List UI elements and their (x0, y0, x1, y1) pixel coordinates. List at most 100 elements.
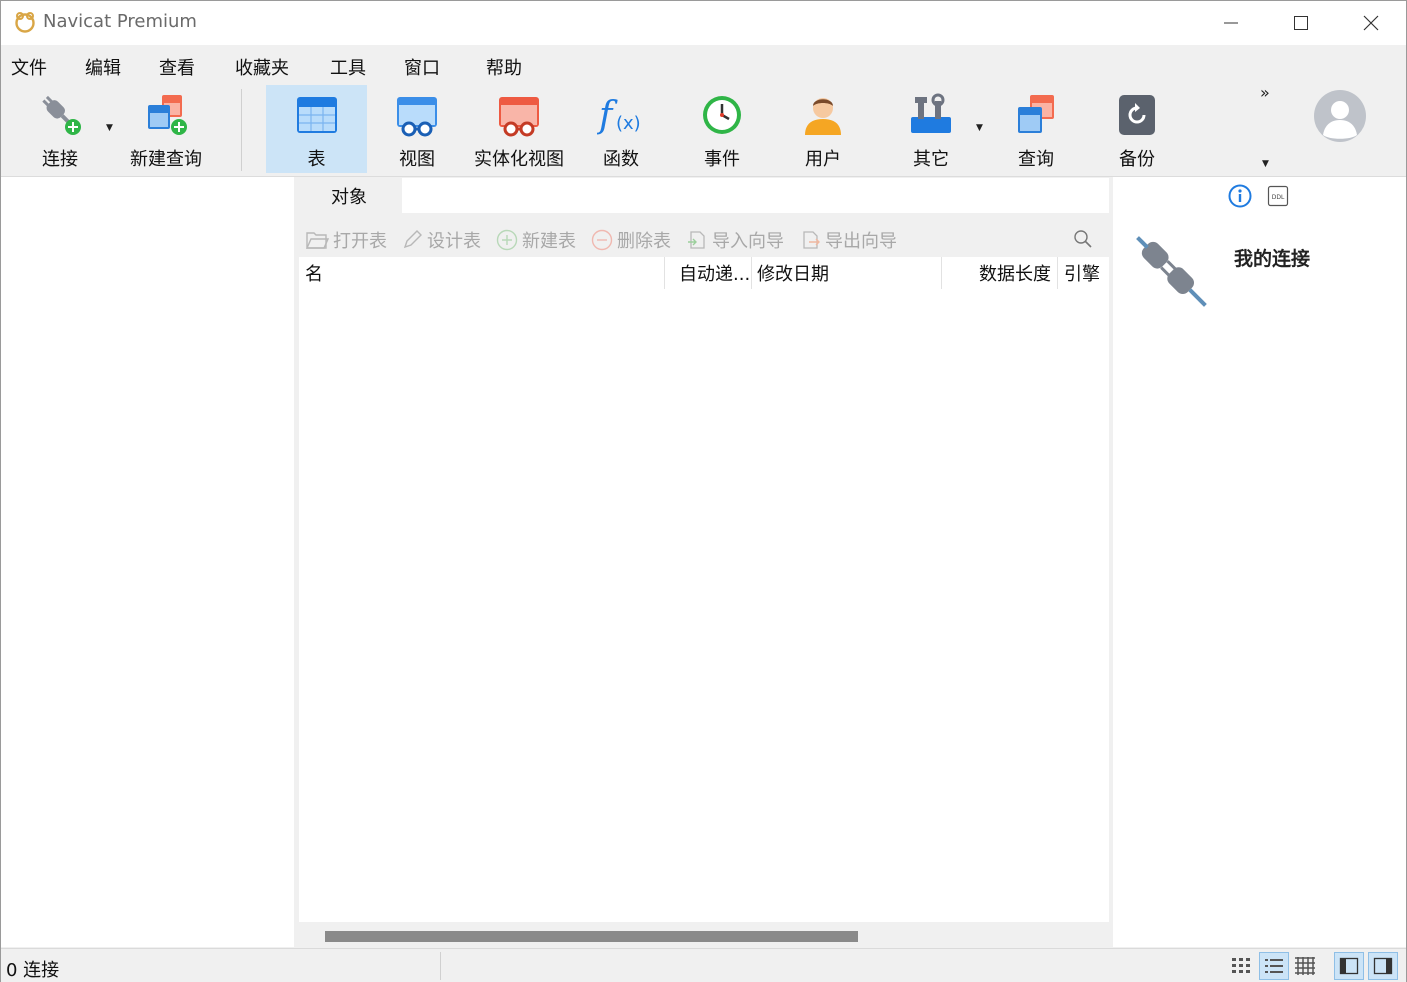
menu-edit[interactable]: 编辑 (85, 54, 121, 80)
backup-label: 备份 (1119, 149, 1155, 170)
new-query-button[interactable]: 新建查询 (125, 85, 207, 173)
others-dropdown-icon[interactable]: ▼ (976, 123, 983, 133)
backup-button[interactable]: 备份 (1096, 85, 1178, 173)
import-wizard-label: 导入向导 (712, 231, 784, 252)
new-table-button[interactable]: 新建表 (496, 227, 576, 253)
search-icon[interactable] (1073, 229, 1093, 249)
close-button[interactable] (1336, 1, 1406, 45)
user-label: 用户 (805, 149, 841, 170)
add-circle-icon (496, 229, 518, 251)
info-panel-title: 我的连接 (1234, 248, 1311, 270)
new-query-label: 新建查询 (130, 149, 202, 170)
title-bar: Navicat Premium (1, 1, 1406, 45)
navicat-logo-icon (15, 12, 35, 33)
minimize-button[interactable] (1196, 1, 1266, 45)
detail-list-icon (1265, 959, 1283, 973)
object-toolbar: 打开表 设计表 新建表 删除表 导入向导 导出向导 (295, 218, 1109, 256)
left-panel-icon (1339, 957, 1359, 975)
window-title: Navicat Premium (43, 11, 197, 32)
objects-grid[interactable]: 名 自动递... 修改日期 数据长度 引擎 (299, 257, 1109, 922)
new-table-label: 新建表 (522, 231, 576, 252)
query-button[interactable]: 查询 (995, 85, 1077, 173)
others-button[interactable]: 其它 (890, 85, 972, 173)
materialized-view-icon (499, 97, 539, 137)
objects-panel: 对象 打开表 设计表 新建表 删除表 导入向导 导出向导 名 自动递... 修改… (295, 177, 1111, 947)
tab-bar: 对象 (295, 177, 1109, 214)
svg-text:(x): (x) (616, 113, 641, 134)
column-separator[interactable] (664, 257, 665, 289)
view-button[interactable]: 视图 (373, 85, 461, 173)
query-label: 查询 (1018, 149, 1054, 170)
toggle-right-panel-button[interactable] (1368, 952, 1398, 980)
column-header-data-length[interactable]: 数据长度 (979, 257, 1051, 289)
toggle-left-panel-button[interactable] (1334, 952, 1364, 980)
menu-tools[interactable]: 工具 (330, 54, 366, 80)
connect-plug-icon (42, 95, 81, 135)
column-separator[interactable] (1057, 257, 1058, 289)
function-label: 函数 (603, 149, 639, 170)
event-button[interactable]: 事件 (681, 85, 763, 173)
table-button[interactable]: 表 (266, 85, 367, 173)
export-icon (803, 231, 820, 249)
menu-favorites[interactable]: 收藏夹 (235, 54, 289, 80)
design-table-label: 设计表 (427, 231, 481, 252)
maximize-button[interactable] (1266, 1, 1336, 45)
event-clock-icon (703, 96, 741, 134)
avatar[interactable] (1313, 89, 1367, 143)
toolbar-separator (241, 89, 242, 171)
function-button[interactable]: f (x) 函数 (579, 85, 663, 173)
main-toolbar: 连接 ▼ 新建查询 表 视图 实体化视图 f (x) 函数 事件 用户 其它 ▼… (1, 83, 1406, 177)
app-window: Navicat Premium 文件 编辑 查看 收藏夹 工具 窗口 帮助 连接… (0, 0, 1407, 982)
backup-icon (1119, 95, 1155, 135)
ddl-icon[interactable]: DDL (1267, 185, 1289, 207)
import-icon (688, 231, 705, 249)
svg-text:f: f (597, 95, 618, 136)
toolbar-overflow-button[interactable]: » (1260, 83, 1270, 102)
new-query-icon (148, 95, 187, 135)
menu-help[interactable]: 帮助 (486, 54, 522, 80)
connect-dropdown-icon[interactable]: ▼ (106, 123, 113, 133)
materialized-view-label: 实体化视图 (474, 149, 564, 170)
column-header-modified-date[interactable]: 修改日期 (757, 257, 829, 289)
others-tools-icon (911, 93, 951, 133)
view-glasses-icon (397, 97, 437, 137)
export-wizard-label: 导出向导 (825, 231, 897, 252)
import-wizard-button[interactable]: 导入向导 (686, 227, 784, 253)
pencil-icon (403, 230, 422, 249)
connection-tree-panel[interactable] (1, 177, 294, 947)
connect-label: 连接 (42, 149, 78, 170)
materialized-view-button[interactable]: 实体化视图 (467, 85, 571, 173)
tab-strip-empty-area (402, 178, 1109, 213)
column-header-engine[interactable]: 引擎 (1064, 257, 1100, 289)
open-table-button[interactable]: 打开表 (305, 227, 387, 253)
connection-plug-icon (1136, 236, 1207, 307)
table-icon (296, 97, 337, 133)
maximize-icon (1294, 16, 1308, 30)
user-button[interactable]: 用户 (782, 85, 864, 173)
column-separator[interactable] (751, 257, 752, 289)
connection-count: 0 连接 (6, 960, 60, 981)
tab-objects[interactable]: 对象 (297, 177, 401, 214)
list-view-button[interactable] (1226, 952, 1256, 980)
er-diagram-view-button[interactable] (1290, 952, 1320, 980)
horizontal-scrollbar-thumb[interactable] (325, 931, 858, 942)
menu-view[interactable]: 查看 (159, 54, 195, 80)
connect-button[interactable]: 连接 (23, 85, 97, 173)
event-label: 事件 (704, 149, 740, 170)
detail-view-button[interactable] (1259, 952, 1289, 980)
column-header-name[interactable]: 名 (305, 257, 323, 289)
menu-file[interactable]: 文件 (11, 54, 47, 80)
menu-window[interactable]: 窗口 (404, 54, 440, 80)
delete-table-button[interactable]: 删除表 (591, 227, 671, 253)
column-header-auto-increment[interactable]: 自动递... (679, 257, 750, 289)
export-wizard-button[interactable]: 导出向导 (799, 227, 897, 253)
right-panel-icon (1373, 957, 1393, 975)
toolbar-customize-dropdown-icon[interactable]: ▼ (1262, 159, 1269, 169)
large-grid-icon (1295, 957, 1315, 975)
info-icon[interactable] (1228, 184, 1252, 208)
design-table-button[interactable]: 设计表 (401, 227, 481, 253)
function-fx-icon: f (x) (597, 95, 641, 136)
status-bar: 0 连接 (1, 948, 1406, 982)
column-separator[interactable] (941, 257, 942, 289)
status-separator (440, 952, 441, 980)
